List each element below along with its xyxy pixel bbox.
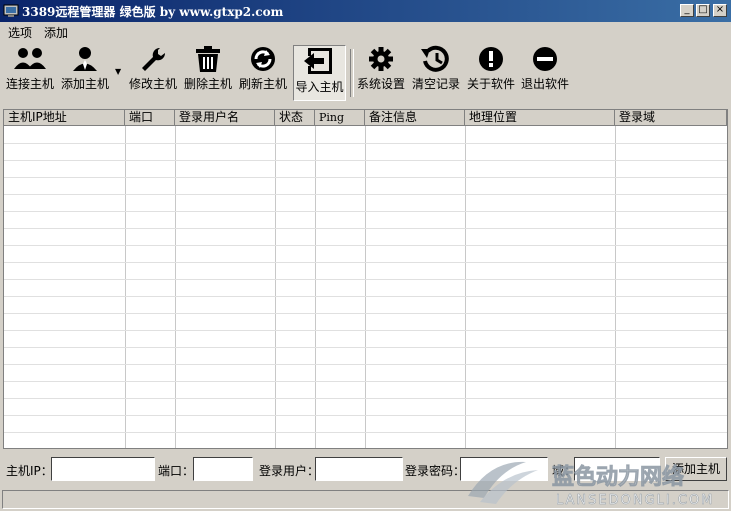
column-divider bbox=[465, 126, 466, 448]
host-list[interactable]: 主机IP地址 端口 登录用户名 状态 Ping 备注信息 地理位置 登录域 bbox=[3, 109, 728, 449]
port-input[interactable] bbox=[193, 457, 253, 481]
toolbar-separator bbox=[350, 49, 354, 97]
port-label: 端口： bbox=[158, 464, 195, 478]
exit-label: 退出软件 bbox=[520, 77, 569, 91]
minus-circle-icon bbox=[533, 47, 557, 71]
gear-icon bbox=[369, 47, 393, 71]
column-header-ip[interactable]: 主机IP地址 bbox=[4, 110, 125, 126]
password-label: 登录密码： bbox=[405, 464, 466, 478]
row-divider bbox=[4, 279, 727, 280]
row-divider bbox=[4, 143, 727, 144]
minimize-button[interactable]: _ bbox=[680, 4, 694, 17]
title-bar: 3389远程管理器 绿色版 by www.gtxp2.com _ □ × bbox=[0, 0, 731, 22]
row-divider bbox=[4, 330, 727, 331]
user-label: 登录用户： bbox=[259, 464, 320, 478]
window-title: 3389远程管理器 绿色版 by www.gtxp2.com bbox=[22, 5, 284, 19]
column-divider bbox=[315, 126, 316, 448]
clear-records-button[interactable]: 清空记录 bbox=[410, 45, 462, 101]
edit-host-label: 修改主机 bbox=[128, 77, 177, 91]
row-divider bbox=[4, 194, 727, 195]
column-header-domain[interactable]: 登录域 bbox=[615, 110, 727, 126]
row-divider bbox=[4, 364, 727, 365]
refresh-host-label: 刷新主机 bbox=[238, 77, 287, 91]
column-header-status[interactable]: 状态 bbox=[275, 110, 315, 126]
delete-host-button[interactable]: 删除主机 bbox=[182, 45, 234, 101]
menu-bar: 选项 添加 bbox=[0, 22, 731, 41]
system-settings-label: 系统设置 bbox=[356, 77, 405, 91]
column-header-port[interactable]: 端口 bbox=[125, 110, 175, 126]
import-host-button[interactable]: 导入主机 bbox=[293, 45, 346, 101]
delete-host-label: 删除主机 bbox=[183, 77, 232, 91]
app-icon bbox=[3, 4, 19, 17]
users-icon bbox=[14, 48, 46, 69]
row-divider bbox=[4, 432, 727, 433]
system-settings-button[interactable]: 系统设置 bbox=[355, 45, 407, 101]
user-tie-icon bbox=[73, 47, 97, 71]
refresh-icon bbox=[251, 47, 275, 71]
exclamation-icon bbox=[479, 47, 503, 71]
column-divider bbox=[365, 126, 366, 448]
row-divider bbox=[4, 296, 727, 297]
row-divider bbox=[4, 381, 727, 382]
watermark-logo: 蓝色动力网络 LANSEDONGLI.COM bbox=[468, 461, 714, 508]
row-divider bbox=[4, 211, 727, 212]
clear-records-label: 清空记录 bbox=[411, 77, 460, 91]
column-header-location[interactable]: 地理位置 bbox=[465, 110, 615, 126]
ip-input[interactable] bbox=[51, 457, 155, 481]
add-host-button[interactable]: 添加主机 bbox=[59, 45, 111, 101]
row-divider bbox=[4, 347, 727, 348]
menu-options[interactable]: 选项 bbox=[8, 24, 32, 41]
user-input[interactable] bbox=[315, 457, 403, 481]
maximize-button[interactable]: □ bbox=[696, 4, 710, 17]
row-divider bbox=[4, 245, 727, 246]
column-divider bbox=[275, 126, 276, 448]
menu-add[interactable]: 添加 bbox=[44, 24, 68, 41]
column-header-notes[interactable]: 备注信息 bbox=[365, 110, 465, 126]
column-divider bbox=[125, 126, 126, 448]
about-button[interactable]: 关于软件 bbox=[465, 45, 517, 101]
column-divider bbox=[615, 126, 616, 448]
ip-label: 主机IP： bbox=[6, 464, 53, 478]
toolbar: 连接主机 添加主机 ▼ 修改主机 删除主机 刷新主机 导入主机 系统设置 清空记… bbox=[0, 41, 731, 107]
row-divider bbox=[4, 160, 727, 161]
host-list-body[interactable] bbox=[4, 126, 727, 448]
import-icon bbox=[303, 48, 332, 74]
import-host-label: 导入主机 bbox=[295, 80, 344, 94]
trash-icon bbox=[196, 46, 220, 72]
row-divider bbox=[4, 398, 727, 399]
connect-host-label: 连接主机 bbox=[5, 77, 54, 91]
column-header-user[interactable]: 登录用户名 bbox=[175, 110, 275, 126]
refresh-host-button[interactable]: 刷新主机 bbox=[237, 45, 289, 101]
chevron-down-icon[interactable]: ▼ bbox=[115, 67, 121, 76]
exit-button[interactable]: 退出软件 bbox=[519, 45, 571, 101]
watermark-en-text: LANSEDONGLI.COM bbox=[556, 493, 714, 508]
wrench-icon bbox=[142, 47, 166, 71]
row-divider bbox=[4, 415, 727, 416]
row-divider bbox=[4, 313, 727, 314]
about-label: 关于软件 bbox=[466, 77, 515, 91]
column-header-ping[interactable]: Ping bbox=[315, 110, 365, 126]
column-divider bbox=[175, 126, 176, 448]
row-divider bbox=[4, 177, 727, 178]
edit-host-button[interactable]: 修改主机 bbox=[127, 45, 179, 101]
host-list-header: 主机IP地址 端口 登录用户名 状态 Ping 备注信息 地理位置 登录域 bbox=[4, 110, 727, 126]
add-host-label: 添加主机 bbox=[60, 77, 109, 91]
row-divider bbox=[4, 228, 727, 229]
close-button[interactable]: × bbox=[713, 4, 727, 17]
connect-host-button[interactable]: 连接主机 bbox=[4, 45, 56, 101]
history-icon bbox=[421, 45, 449, 72]
row-divider bbox=[4, 262, 727, 263]
watermark-cn-text: 蓝色动力网络 bbox=[552, 464, 684, 490]
